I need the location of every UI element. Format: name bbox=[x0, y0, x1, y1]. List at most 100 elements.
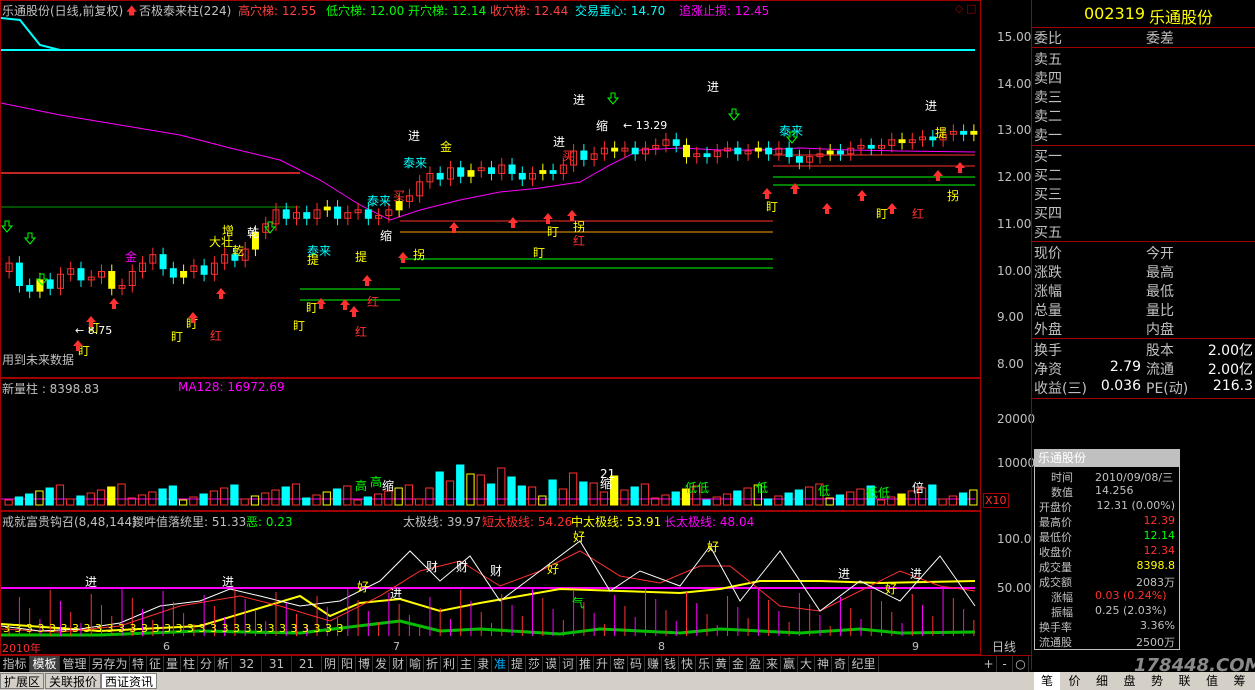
arrow-up-icon bbox=[822, 203, 832, 214]
template-tab[interactable]: 32 bbox=[232, 656, 262, 673]
template-tab[interactable]: 赢 bbox=[781, 656, 798, 673]
template-tab[interactable]: 21 bbox=[292, 656, 322, 673]
price-mark-low: ← 8.75 bbox=[75, 324, 112, 337]
indicator-signal: 好 bbox=[547, 562, 559, 576]
indicator-digit: 3 bbox=[107, 622, 114, 635]
template-tab[interactable]: 乐 bbox=[696, 656, 713, 673]
popup-row-value: 3.36% bbox=[1140, 619, 1175, 632]
template-tab[interactable]: 隶 bbox=[475, 656, 492, 673]
template-tab[interactable]: 来 bbox=[764, 656, 781, 673]
template-tab[interactable]: 莎 bbox=[526, 656, 543, 673]
template-tab[interactable]: 纪里 bbox=[849, 656, 879, 673]
square-icon[interactable]: □ bbox=[966, 2, 976, 15]
template-tab[interactable]: 大 bbox=[798, 656, 815, 673]
template-tab[interactable]: 诃 bbox=[560, 656, 577, 673]
data-info-popup[interactable]: 乐通股份 时间 2010/09/08/三 数值 14.256 开盘价 12.31 (0.0… bbox=[1034, 449, 1180, 650]
template-tab[interactable]: 奇 bbox=[832, 656, 849, 673]
fundamental-value: 2.00亿 bbox=[1207, 343, 1253, 359]
ext-area-tab[interactable]: 扩展区 bbox=[0, 673, 45, 689]
volume-signal: 缩 bbox=[382, 478, 394, 493]
period-label[interactable]: 日线 bbox=[992, 638, 1016, 655]
template-tab[interactable]: 提 bbox=[509, 656, 526, 673]
popup-row-key: 流通股 bbox=[1039, 636, 1072, 649]
template-tab[interactable]: 阴 bbox=[322, 656, 339, 673]
template-tab[interactable]: 谟 bbox=[543, 656, 560, 673]
template-tab[interactable]: 准 bbox=[492, 656, 509, 673]
xizheng-info-tab[interactable]: 西证资讯 bbox=[101, 673, 158, 689]
template-tab[interactable]: 钱 bbox=[662, 656, 679, 673]
volume-bar bbox=[302, 497, 311, 506]
indicator-digit: 3 bbox=[38, 622, 45, 635]
detail-tab[interactable]: 值 bbox=[1199, 672, 1225, 690]
template-tab[interactable]: 量 bbox=[164, 656, 181, 673]
volume-bar bbox=[158, 488, 167, 506]
template-tab[interactable]: 模板 bbox=[30, 656, 60, 673]
related-quote-tab[interactable]: 关联报价 bbox=[45, 673, 102, 689]
detail-tab[interactable]: 盘 bbox=[1117, 672, 1143, 690]
template-tab[interactable]: 分 bbox=[198, 656, 215, 673]
detail-tab[interactable]: 细 bbox=[1089, 672, 1115, 690]
price-axis-tick: 9.00 bbox=[997, 310, 1024, 325]
signal-label: 金 bbox=[125, 249, 137, 264]
arrow-up-icon bbox=[109, 298, 119, 309]
candle-body bbox=[539, 170, 547, 174]
template-tab[interactable]: 金 bbox=[730, 656, 747, 673]
template-tab[interactable]: 析 bbox=[215, 656, 232, 673]
tab-control-button[interactable]: - bbox=[997, 656, 1013, 673]
template-tab[interactable]: 管理 bbox=[60, 656, 90, 673]
template-tab[interactable]: 财 bbox=[390, 656, 407, 673]
detail-tab[interactable]: 笔 bbox=[1034, 672, 1060, 690]
detail-tab[interactable]: 筹 bbox=[1227, 672, 1253, 690]
template-tab[interactable]: 喻 bbox=[407, 656, 424, 673]
template-tab[interactable]: 赚 bbox=[645, 656, 662, 673]
volume-bar bbox=[271, 489, 280, 506]
quote-label: 最高 bbox=[1146, 265, 1174, 281]
template-tab[interactable]: 码 bbox=[628, 656, 645, 673]
popup-row: 成交额 2083万 bbox=[1037, 574, 1177, 589]
popup-row-key: 换手率 bbox=[1039, 621, 1072, 634]
template-tab[interactable]: 征 bbox=[147, 656, 164, 673]
template-tab[interactable]: 快 bbox=[679, 656, 696, 673]
volume-bar bbox=[702, 499, 711, 506]
template-tab[interactable]: 黄 bbox=[713, 656, 730, 673]
template-tab[interactable]: 指标 bbox=[0, 656, 30, 673]
tai-taiji-line bbox=[0, 540, 976, 632]
template-tab[interactable]: 另存为 bbox=[90, 656, 130, 673]
buy-level-label: 买一 bbox=[1034, 149, 1062, 165]
signal-label: 买 bbox=[562, 149, 574, 163]
template-tab[interactable]: 阳 bbox=[339, 656, 356, 673]
template-tab[interactable]: 发 bbox=[373, 656, 390, 673]
quote-label: 外盘 bbox=[1034, 322, 1062, 338]
template-tab[interactable]: 31 bbox=[262, 656, 292, 673]
template-tab[interactable]: 盈 bbox=[747, 656, 764, 673]
template-tab[interactable]: 密 bbox=[611, 656, 628, 673]
template-tab[interactable]: 利 bbox=[441, 656, 458, 673]
template-tab[interactable]: 推 bbox=[577, 656, 594, 673]
arrow-down-icon bbox=[606, 92, 620, 105]
volume-chart-svg: 高高缩21缩 低低低低低低倍 bbox=[1, 464, 978, 506]
template-tab[interactable]: 特 bbox=[130, 656, 147, 673]
kline-chart-area[interactable]: 乐通股份(日线,前复权) 🡅 否极泰来柱(224) 高穴梯: 12.55 低穴梯:… bbox=[0, 0, 1035, 655]
quote-label: 涨幅 bbox=[1034, 284, 1062, 300]
volume-signal: 缩 bbox=[600, 476, 612, 491]
detail-tab[interactable]: 联 bbox=[1172, 672, 1198, 690]
detail-tab[interactable]: 势 bbox=[1144, 672, 1170, 690]
tab-control-button[interactable]: + bbox=[981, 656, 997, 673]
price-axis-tick: 10.00 bbox=[997, 263, 1032, 278]
volume-bar bbox=[363, 496, 372, 506]
template-tab[interactable]: 折 bbox=[424, 656, 441, 673]
signal-label: 进 bbox=[553, 135, 565, 149]
template-tab[interactable]: 神 bbox=[815, 656, 832, 673]
detail-tab[interactable]: 价 bbox=[1062, 672, 1088, 690]
popup-row: 涨幅 0.03 (0.24%) bbox=[1037, 589, 1177, 604]
signal-label: 乾 bbox=[232, 244, 244, 258]
signal-label: 泰来 bbox=[367, 194, 391, 208]
diamond-icon[interactable]: ◇ bbox=[955, 2, 963, 15]
tab-control-button[interactable]: ○ bbox=[1013, 656, 1029, 673]
template-tab[interactable]: 升 bbox=[594, 656, 611, 673]
volume-bar bbox=[435, 471, 444, 506]
template-tab[interactable]: 博 bbox=[356, 656, 373, 673]
template-tab[interactable]: 主 bbox=[458, 656, 475, 673]
candle-body bbox=[108, 271, 116, 289]
template-tab[interactable]: 柱 bbox=[181, 656, 198, 673]
